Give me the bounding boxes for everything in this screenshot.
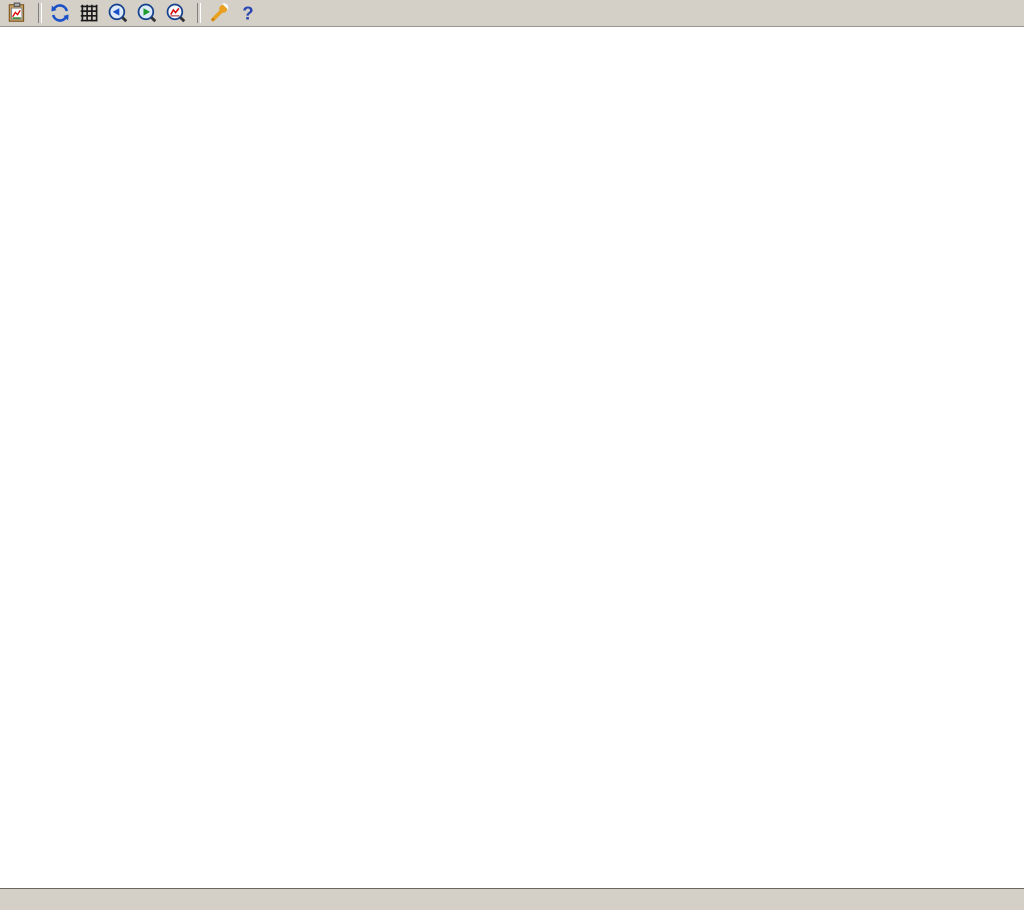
- previous-zoom-button[interactable]: [106, 1, 133, 25]
- wrench-icon: [208, 2, 230, 24]
- toolbar-separator: [197, 3, 201, 23]
- plot-canvas[interactable]: [0, 27, 1024, 888]
- clipboard-chart-icon: [6, 2, 28, 24]
- options-button[interactable]: [207, 1, 234, 25]
- zoom-plot-icon: [165, 2, 187, 24]
- toolbar-separator: [38, 3, 42, 23]
- grid-icon: [78, 2, 100, 24]
- replot-refresh-icon: [49, 2, 71, 24]
- help-question-icon: ?: [237, 2, 259, 24]
- toggle-grid-button[interactable]: [77, 1, 104, 25]
- svg-text:?: ?: [242, 3, 253, 24]
- help-button[interactable]: ?: [236, 1, 263, 25]
- gnuplot-plot-area: [0, 27, 1024, 888]
- zoom-next-icon: [136, 2, 158, 24]
- toolbar: ?: [0, 0, 1024, 27]
- next-zoom-button[interactable]: [135, 1, 162, 25]
- replot-button[interactable]: [48, 1, 75, 25]
- zoom-previous-icon: [107, 2, 129, 24]
- apply-zoom-button[interactable]: [164, 1, 191, 25]
- copy-to-clipboard-button[interactable]: [5, 1, 32, 25]
- status-bar: [0, 888, 1024, 910]
